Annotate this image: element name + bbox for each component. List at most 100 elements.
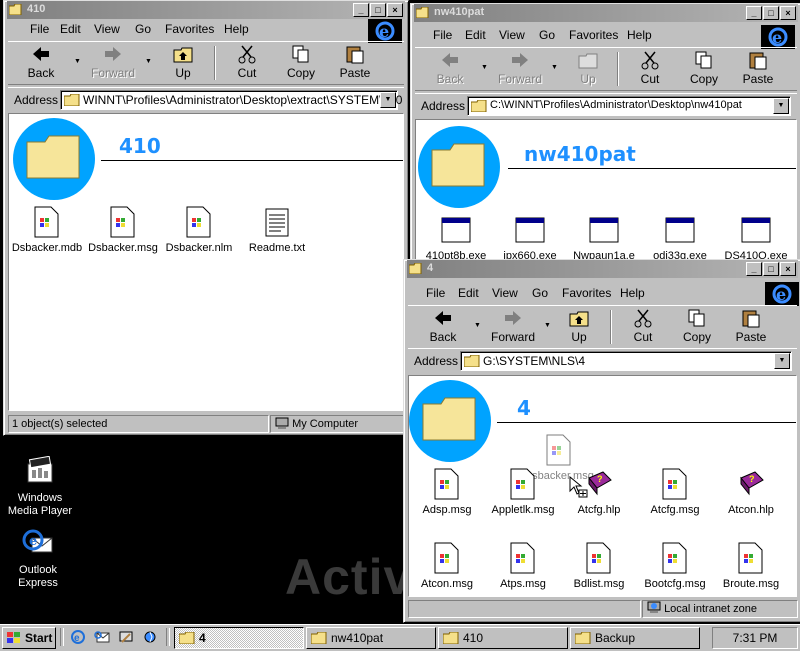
show-desktop-icon[interactable] bbox=[118, 629, 134, 645]
channels-icon[interactable] bbox=[142, 629, 158, 645]
file-item[interactable]: Dsbacker.mdb bbox=[9, 206, 85, 254]
minimize-button[interactable]: _ bbox=[746, 6, 762, 20]
menu-favorites[interactable]: Favorites bbox=[569, 28, 618, 42]
back-dropdown-icon[interactable]: ▼ bbox=[481, 64, 488, 71]
forward-button[interactable]: Forward bbox=[488, 308, 538, 344]
forward-button[interactable]: Forward bbox=[88, 44, 138, 80]
taskbar-button-nw410pat[interactable]: nw410pat bbox=[306, 627, 436, 649]
menu-help[interactable]: Help bbox=[224, 22, 249, 36]
menu-edit[interactable]: Edit bbox=[458, 286, 479, 300]
paste-button[interactable]: Paste bbox=[733, 50, 783, 86]
address-dropdown-icon[interactable]: ▼ bbox=[380, 92, 396, 108]
title-bar[interactable]: 410 _ □ × bbox=[7, 1, 405, 19]
copy-button[interactable]: Copy bbox=[276, 44, 326, 80]
file-item[interactable]: Dsbacker.nlm bbox=[161, 206, 237, 254]
explorer-window-nw410pat[interactable]: nw410pat _ □ × File Edit View Go Favorites… bbox=[410, 3, 800, 265]
close-button[interactable]: × bbox=[780, 262, 796, 276]
file-item[interactable]: 410pt8b.exe bbox=[418, 214, 494, 262]
file-icon bbox=[31, 206, 63, 238]
cut-button[interactable]: Cut bbox=[625, 50, 675, 86]
outlook-quicklaunch-icon[interactable] bbox=[94, 629, 110, 645]
desktop-icon-outlook-express[interactable]: e Outlook Express bbox=[0, 528, 78, 590]
minimize-button[interactable]: _ bbox=[746, 262, 762, 276]
back-button[interactable]: Back bbox=[425, 50, 475, 86]
folder-view[interactable]: nw410pat 410pt8b.exe ipx660.exe Nwpaun1a… bbox=[415, 119, 797, 264]
copy-button[interactable]: Copy bbox=[679, 50, 729, 86]
up-button[interactable]: Up bbox=[158, 44, 208, 80]
forward-dropdown-icon[interactable]: ▼ bbox=[145, 58, 152, 65]
address-dropdown-icon[interactable]: ▼ bbox=[773, 98, 789, 114]
file-item[interactable]: Readme.txt bbox=[239, 206, 315, 254]
file-item[interactable]: Broute.msg bbox=[713, 542, 789, 590]
back-button[interactable]: Back bbox=[16, 44, 66, 80]
maximize-button[interactable]: □ bbox=[763, 6, 779, 20]
menu-favorites[interactable]: Favorites bbox=[562, 286, 611, 300]
taskbar-button-backup[interactable]: Backup bbox=[570, 627, 700, 649]
address-dropdown-icon[interactable]: ▼ bbox=[774, 353, 790, 369]
file-item[interactable]: ? Atcon.hlp bbox=[713, 468, 789, 516]
address-input[interactable]: G:\SYSTEM\NLS\4 ▼ bbox=[460, 351, 792, 371]
menu-file[interactable]: File bbox=[433, 28, 452, 42]
menu-view[interactable]: View bbox=[94, 22, 120, 36]
file-item[interactable]: ipx660.exe bbox=[492, 214, 568, 262]
close-button[interactable]: × bbox=[387, 3, 403, 17]
ie-quicklaunch-icon[interactable]: e bbox=[70, 629, 86, 645]
taskbar-button-4[interactable]: 4 bbox=[174, 627, 304, 649]
cut-button[interactable]: Cut bbox=[222, 44, 272, 80]
cut-button[interactable]: Cut bbox=[618, 308, 668, 344]
address-input[interactable]: WINNT\Profiles\Administrator\Desktop\ext… bbox=[60, 90, 402, 110]
maximize-button[interactable]: □ bbox=[763, 262, 779, 276]
menu-go[interactable]: Go bbox=[539, 28, 555, 42]
file-item[interactable]: odi33g.exe bbox=[642, 214, 718, 262]
taskbar-button-410[interactable]: 410 bbox=[438, 627, 568, 649]
menu-view[interactable]: View bbox=[492, 286, 518, 300]
folder-view[interactable]: 410 Dsbacker.mdb Dsbacker.msg Dsbacker.n… bbox=[8, 113, 404, 411]
explorer-window-4[interactable]: 4 _ □ × File Edit View Go Favorites Help e… bbox=[403, 259, 800, 623]
back-dropdown-icon[interactable]: ▼ bbox=[474, 322, 481, 329]
menu-view[interactable]: View bbox=[499, 28, 525, 42]
menu-favorites[interactable]: Favorites bbox=[165, 22, 214, 36]
up-button[interactable]: Up bbox=[554, 308, 604, 344]
copy-button[interactable]: Copy bbox=[672, 308, 722, 344]
paste-button[interactable]: Paste bbox=[726, 308, 776, 344]
file-item[interactable]: Bootcfg.msg bbox=[637, 542, 713, 590]
title-bar[interactable]: 4 _ □ × bbox=[407, 260, 798, 278]
desktop-icon-media-player[interactable]: Windows Media Player bbox=[0, 455, 80, 518]
close-button[interactable]: × bbox=[780, 6, 796, 20]
minimize-button[interactable]: _ bbox=[353, 3, 369, 17]
paste-button[interactable]: Paste bbox=[330, 44, 380, 80]
status-zone-text: Local intranet zone bbox=[664, 603, 758, 615]
maximize-button[interactable]: □ bbox=[370, 3, 386, 17]
menu-edit[interactable]: Edit bbox=[60, 22, 81, 36]
menu-file[interactable]: File bbox=[30, 22, 49, 36]
forward-dropdown-icon[interactable]: ▼ bbox=[551, 64, 558, 71]
menu-help[interactable]: Help bbox=[627, 28, 652, 42]
file-item[interactable]: Atps.msg bbox=[485, 542, 561, 590]
up-button[interactable]: Up bbox=[563, 50, 613, 86]
menu-help[interactable]: Help bbox=[620, 286, 645, 300]
address-input[interactable]: C:\WINNT\Profiles\Administrator\Desktop\… bbox=[467, 96, 791, 116]
menu-edit[interactable]: Edit bbox=[465, 28, 486, 42]
file-item[interactable]: Appletlk.msg bbox=[485, 468, 561, 516]
file-item[interactable]: Adsp.msg bbox=[409, 468, 485, 516]
forward-button[interactable]: Forward bbox=[495, 50, 545, 86]
menu-file[interactable]: File bbox=[426, 286, 445, 300]
title-bar[interactable]: nw410pat _ □ × bbox=[414, 4, 798, 22]
file-item[interactable]: DS410Q.exe bbox=[718, 214, 794, 262]
back-dropdown-icon[interactable]: ▼ bbox=[74, 58, 81, 65]
file-item[interactable]: Dsbacker.msg bbox=[85, 206, 161, 254]
start-button[interactable]: Start bbox=[2, 627, 56, 649]
file-item[interactable]: Bdlist.msg bbox=[561, 542, 637, 590]
file-item[interactable]: Nwpaun1a.e bbox=[566, 214, 642, 262]
menu-go[interactable]: Go bbox=[532, 286, 548, 300]
folder-view[interactable]: 4 Dsbacker.msg Adsp.msg Appletlk.msg ? At… bbox=[408, 375, 797, 597]
folder-title-underline bbox=[497, 422, 796, 423]
file-item[interactable]: Atcfg.msg bbox=[637, 468, 713, 516]
back-button[interactable]: Back bbox=[418, 308, 468, 344]
menu-go[interactable]: Go bbox=[135, 22, 151, 36]
explorer-window-410[interactable]: 410 _ □ × File Edit View Go Favorites Help… bbox=[3, 0, 409, 436]
help-book-icon: ? bbox=[735, 468, 767, 500]
file-item[interactable]: Atcon.msg bbox=[409, 542, 485, 590]
system-tray-clock[interactable]: 7:31 PM bbox=[712, 627, 798, 649]
forward-dropdown-icon[interactable]: ▼ bbox=[544, 322, 551, 329]
